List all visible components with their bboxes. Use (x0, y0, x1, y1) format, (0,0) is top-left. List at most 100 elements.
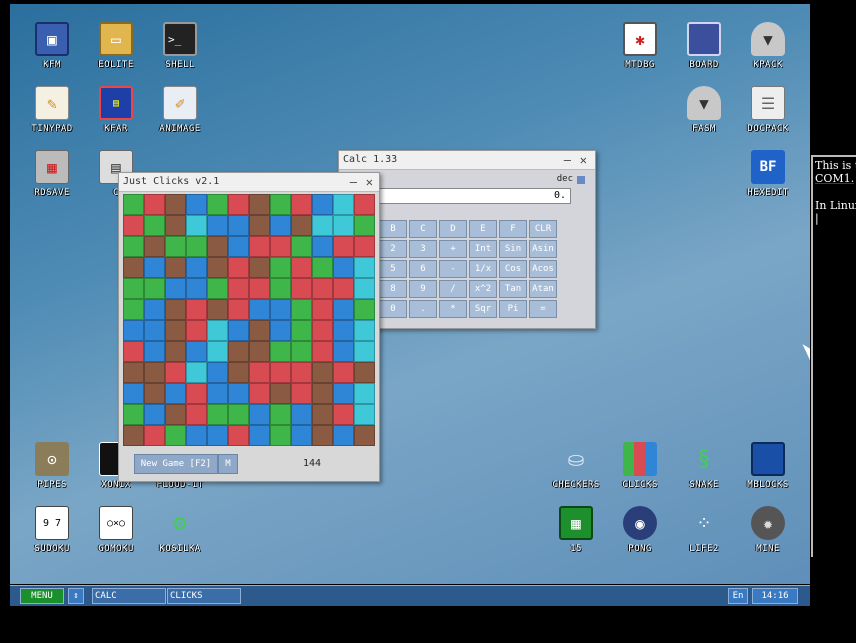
grid-cell[interactable] (123, 299, 144, 320)
desktop-icon-pong[interactable]: ◉ PONG (608, 506, 672, 566)
desktop-icon-hexedit[interactable]: BF HEXEDIT (736, 150, 800, 210)
grid-cell[interactable] (123, 215, 144, 236)
grid-cell[interactable] (144, 320, 165, 341)
calc-key[interactable]: 9 (409, 280, 437, 298)
grid-cell[interactable] (165, 194, 186, 215)
grid-cell[interactable] (186, 425, 207, 446)
grid-cell[interactable] (207, 425, 228, 446)
grid-cell[interactable] (186, 383, 207, 404)
task-clicks[interactable]: CLICKS (167, 588, 241, 604)
calc-title-bar[interactable]: Calc 1.33 — ✕ (339, 151, 595, 170)
grid-cell[interactable] (333, 404, 354, 425)
grid-cell[interactable] (249, 341, 270, 362)
calc-key[interactable]: = (529, 300, 557, 318)
grid-cell[interactable] (354, 215, 375, 236)
grid-cell[interactable] (249, 194, 270, 215)
grid-cell[interactable] (312, 362, 333, 383)
grid-cell[interactable] (165, 320, 186, 341)
grid-cell[interactable] (333, 299, 354, 320)
grid-cell[interactable] (312, 215, 333, 236)
desktop-icon-mtdbg[interactable]: ✱ MTDBG (608, 22, 672, 82)
grid-cell[interactable] (312, 383, 333, 404)
grid-cell[interactable] (291, 299, 312, 320)
calc-key[interactable]: 3 (409, 240, 437, 258)
desktop-icon-kfar[interactable]: ▤ KFAR (84, 86, 148, 146)
grid-cell[interactable] (354, 278, 375, 299)
grid-cell[interactable] (228, 278, 249, 299)
desktop-icon-checkers[interactable]: ⛀ CHECKERS (544, 442, 608, 502)
switch-arrows-icon[interactable]: ↕ (68, 588, 84, 604)
grid-cell[interactable] (333, 425, 354, 446)
desktop-icon-mblocks[interactable]: MBLOCKS (736, 442, 800, 502)
grid-cell[interactable] (207, 236, 228, 257)
desktop-icon-docpack[interactable]: ☰ DOCPACK (736, 86, 800, 146)
grid-cell[interactable] (165, 299, 186, 320)
grid-cell[interactable] (249, 320, 270, 341)
grid-cell[interactable] (354, 425, 375, 446)
grid-cell[interactable] (123, 425, 144, 446)
calc-key[interactable]: Asin (529, 240, 557, 258)
clicks-title-bar[interactable]: Just Clicks v2.1 — ✕ (119, 173, 379, 192)
grid-cell[interactable] (207, 194, 228, 215)
grid-cell[interactable] (333, 341, 354, 362)
grid-cell[interactable] (312, 299, 333, 320)
grid-cell[interactable] (354, 257, 375, 278)
grid-cell[interactable] (354, 383, 375, 404)
grid-cell[interactable] (312, 341, 333, 362)
desktop-icon-snake[interactable]: § SNAKE (672, 442, 736, 502)
grid-cell[interactable] (249, 299, 270, 320)
desktop-icon-mine[interactable]: ✹ MINE (736, 506, 800, 566)
task-calc[interactable]: CALC (92, 588, 166, 604)
grid-cell[interactable] (228, 215, 249, 236)
grid-cell[interactable] (186, 278, 207, 299)
grid-cell[interactable] (333, 320, 354, 341)
grid-cell[interactable] (333, 215, 354, 236)
grid-cell[interactable] (270, 425, 291, 446)
grid-cell[interactable] (123, 362, 144, 383)
calc-key[interactable]: CLR (529, 220, 557, 238)
calc-key[interactable]: - (439, 260, 467, 278)
grid-cell[interactable] (312, 425, 333, 446)
grid-cell[interactable] (144, 341, 165, 362)
calc-key[interactable]: 5 (379, 260, 407, 278)
grid-cell[interactable] (144, 362, 165, 383)
calc-key[interactable]: 0 (379, 300, 407, 318)
grid-cell[interactable] (186, 236, 207, 257)
grid-cell[interactable] (249, 236, 270, 257)
grid-cell[interactable] (291, 425, 312, 446)
grid-cell[interactable] (312, 404, 333, 425)
grid-cell[interactable] (228, 236, 249, 257)
grid-cell[interactable] (354, 362, 375, 383)
grid-cell[interactable] (228, 257, 249, 278)
grid-cell[interactable] (207, 404, 228, 425)
grid-cell[interactable] (270, 341, 291, 362)
calc-key[interactable]: E (469, 220, 497, 238)
calc-key[interactable]: 2 (379, 240, 407, 258)
grid-cell[interactable] (270, 215, 291, 236)
grid-cell[interactable] (291, 362, 312, 383)
grid-cell[interactable] (186, 341, 207, 362)
grid-cell[interactable] (144, 215, 165, 236)
grid-cell[interactable] (333, 236, 354, 257)
calc-key[interactable]: C (409, 220, 437, 238)
calc-key[interactable]: D (439, 220, 467, 238)
desktop-icon-kpack[interactable]: ▼ KPACK (736, 22, 800, 82)
grid-cell[interactable] (228, 299, 249, 320)
grid-cell[interactable] (207, 278, 228, 299)
calc-key[interactable]: Sin (499, 240, 527, 258)
calc-key[interactable]: F (499, 220, 527, 238)
grid-cell[interactable] (144, 383, 165, 404)
grid-cell[interactable] (270, 362, 291, 383)
minimize-icon[interactable]: — (564, 151, 571, 169)
calc-key[interactable]: x^2 (469, 280, 497, 298)
desktop-icon-tinypad[interactable]: ✎ TINYPAD (20, 86, 84, 146)
grid-cell[interactable] (291, 257, 312, 278)
grid-cell[interactable] (165, 383, 186, 404)
grid-cell[interactable] (144, 404, 165, 425)
grid-cell[interactable] (270, 236, 291, 257)
grid-cell[interactable] (228, 383, 249, 404)
grid-cell[interactable] (165, 425, 186, 446)
grid-cell[interactable] (123, 383, 144, 404)
close-icon[interactable]: ✕ (580, 151, 587, 169)
calc-key[interactable]: Int (469, 240, 497, 258)
